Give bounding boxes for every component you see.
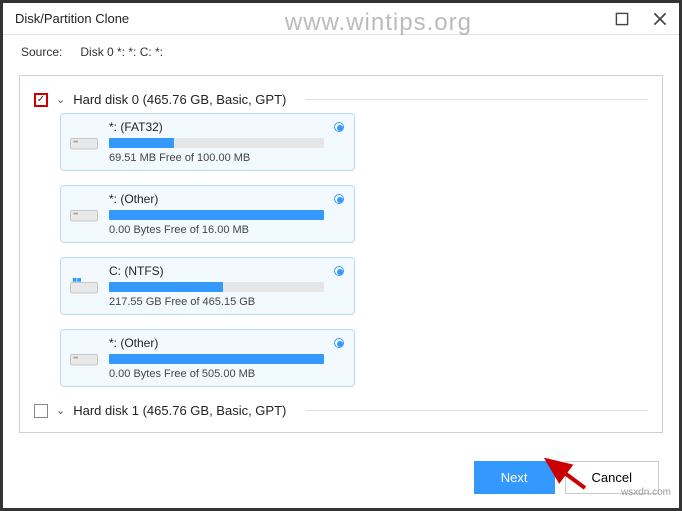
maximize-icon[interactable]: [615, 12, 629, 26]
cancel-button[interactable]: Cancel: [565, 461, 659, 494]
divider: [306, 99, 648, 100]
drive-icon: [69, 348, 99, 370]
partition-card[interactable]: *: (Other) 0.00 Bytes Free of 16.00 MB: [60, 185, 355, 243]
close-icon[interactable]: [653, 12, 667, 26]
chevron-down-icon[interactable]: ⌄: [56, 93, 65, 106]
next-button[interactable]: Next: [474, 461, 555, 494]
partition-card[interactable]: C: (NTFS) 217.55 GB Free of 465.15 GB: [60, 257, 355, 315]
usage-bar: [109, 354, 324, 364]
drive-icon: [69, 132, 99, 154]
partition-name: C: (NTFS): [109, 264, 346, 278]
disk-row-1[interactable]: ⌄ Hard disk 1 (465.76 GB, Basic, GPT): [34, 397, 648, 424]
window-title: Disk/Partition Clone: [15, 11, 129, 26]
window-controls: [615, 12, 667, 26]
disk-0-partitions: *: (FAT32) 69.51 MB Free of 100.00 MB *:…: [60, 113, 648, 387]
partition-name: *: (Other): [109, 192, 346, 206]
usage-bar: [109, 210, 324, 220]
partition-info: *: (Other) 0.00 Bytes Free of 15.98 MB: [108, 430, 347, 433]
windows-drive-icon: [69, 276, 99, 298]
usage-bar: [109, 282, 324, 292]
partition-info: *: (FAT32) 69.51 MB Free of 100.00 MB: [109, 120, 346, 164]
partition-info: *: (Other) 0.00 Bytes Free of 16.00 MB: [109, 192, 346, 236]
divider: [306, 410, 648, 411]
disk-0-label: Hard disk 0 (465.76 GB, Basic, GPT): [73, 92, 286, 107]
partition-info: C: (NTFS) 217.55 GB Free of 465.15 GB: [109, 264, 346, 308]
source-row: Source: Disk 0 *: *: C: *:: [3, 35, 679, 69]
partition-name: *: (Other): [109, 336, 346, 350]
partition-card[interactable]: *: (Other) 0.00 Bytes Free of 15.98 MB: [60, 424, 355, 433]
disk-1-partitions: *: (Other) 0.00 Bytes Free of 15.98 MB: [60, 424, 648, 433]
partition-radio[interactable]: [334, 338, 344, 348]
disk-1-label: Hard disk 1 (465.76 GB, Basic, GPT): [73, 403, 286, 418]
partition-free: 217.55 GB Free of 465.15 GB: [109, 296, 346, 308]
partition-free: 69.51 MB Free of 100.00 MB: [109, 152, 346, 164]
partition-radio[interactable]: [334, 122, 344, 132]
partition-info: *: (Other) 0.00 Bytes Free of 505.00 MB: [109, 336, 346, 380]
source-value: Disk 0 *: *: C: *:: [80, 45, 163, 59]
disk-1-checkbox[interactable]: [34, 404, 48, 418]
source-label: Source:: [21, 45, 62, 59]
disk-row-0[interactable]: ⌄ Hard disk 0 (465.76 GB, Basic, GPT): [34, 86, 648, 113]
partition-free: 0.00 Bytes Free of 16.00 MB: [109, 224, 346, 236]
titlebar: Disk/Partition Clone: [3, 3, 679, 35]
partition-free: 0.00 Bytes Free of 505.00 MB: [109, 368, 346, 380]
partition-name: *: (FAT32): [109, 120, 346, 134]
partition-card[interactable]: *: (Other) 0.00 Bytes Free of 505.00 MB: [60, 329, 355, 387]
usage-bar: [109, 138, 324, 148]
partition-radio[interactable]: [334, 266, 344, 276]
chevron-down-icon[interactable]: ⌄: [56, 404, 65, 417]
partition-card[interactable]: *: (FAT32) 69.51 MB Free of 100.00 MB: [60, 113, 355, 171]
disk-0-checkbox[interactable]: [34, 93, 48, 107]
disk-list-panel: ⌄ Hard disk 0 (465.76 GB, Basic, GPT) *:…: [19, 75, 663, 433]
partition-name: *: (Other): [108, 430, 347, 433]
footer-buttons: Next Cancel: [474, 461, 659, 494]
partition-radio[interactable]: [334, 194, 344, 204]
drive-icon: [69, 204, 99, 226]
